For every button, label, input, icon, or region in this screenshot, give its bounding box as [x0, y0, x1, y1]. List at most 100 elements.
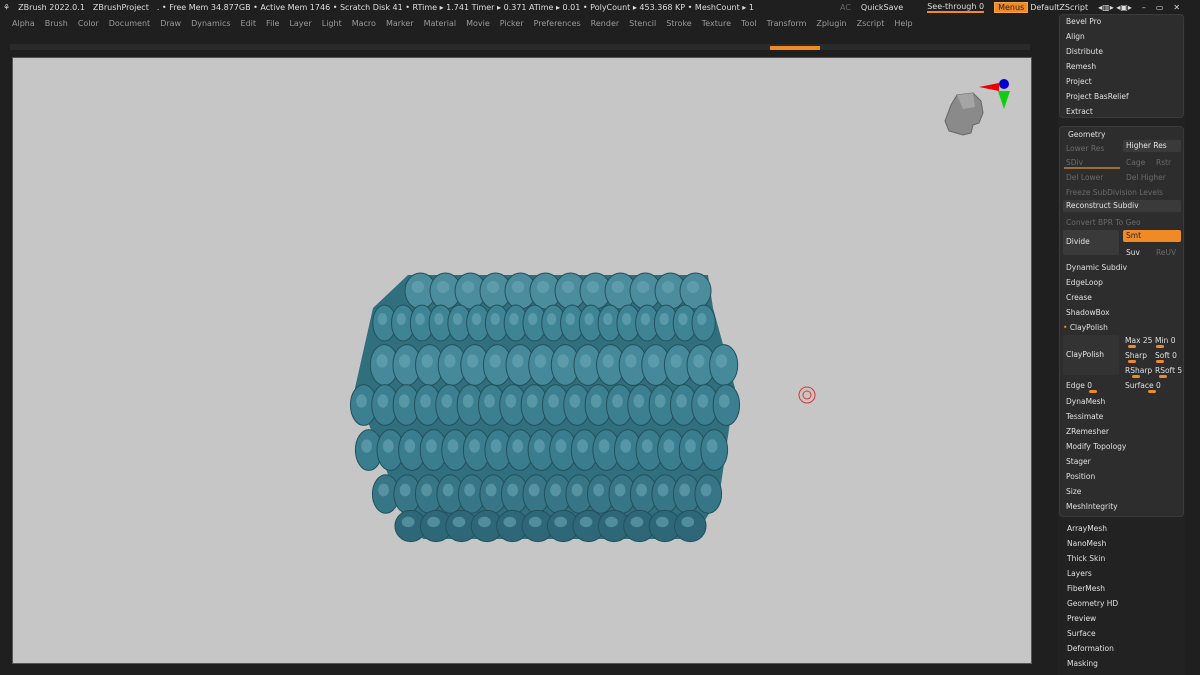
geometry-item-crease[interactable]: Crease	[1066, 293, 1092, 302]
claypolish-button[interactable]: ClayPolish	[1063, 335, 1119, 375]
menus-toggle[interactable]: Menus	[994, 1, 1029, 13]
lower-res-button[interactable]: Lower Res	[1066, 144, 1104, 153]
geometry-item-position[interactable]: Position	[1066, 472, 1095, 481]
minimize-icon[interactable]: –	[1142, 3, 1146, 12]
claypolish-header[interactable]: • ClayPolish	[1063, 323, 1108, 332]
tool-item-distribute[interactable]: Distribute	[1066, 47, 1103, 56]
see-through-slider[interactable]: See-through 0	[927, 2, 985, 13]
menu-color[interactable]: Color	[78, 19, 99, 28]
menu-preferences[interactable]: Preferences	[534, 19, 581, 28]
sharp-slider[interactable]: Sharp	[1125, 351, 1147, 360]
cage-button[interactable]: Cage	[1126, 158, 1145, 167]
geometry-item-modify-topology[interactable]: Modify Topology	[1066, 442, 1126, 451]
menu-picker[interactable]: Picker	[500, 19, 524, 28]
tool-item-remesh[interactable]: Remesh	[1066, 62, 1096, 71]
freeze-subdiv-button[interactable]: Freeze SubDivision Levels	[1066, 188, 1163, 197]
cursor-ring-icon	[798, 386, 816, 404]
subpalette-deformation[interactable]: Deformation	[1067, 644, 1114, 653]
menu-texture[interactable]: Texture	[702, 19, 731, 28]
menu-edit[interactable]: Edit	[241, 19, 257, 28]
menu-render[interactable]: Render	[591, 19, 619, 28]
geometry-item-tessimate[interactable]: Tessimate	[1066, 412, 1103, 421]
layout-icons[interactable]: ◂▥▸ ◂▣▸	[1098, 3, 1132, 12]
menu-movie[interactable]: Movie	[466, 19, 490, 28]
menu-stroke[interactable]: Stroke	[666, 19, 692, 28]
ac-button[interactable]: AC	[840, 3, 851, 12]
menu-dynamics[interactable]: Dynamics	[191, 19, 230, 28]
sdiv-slider[interactable]: SDiv	[1066, 158, 1083, 167]
rsoft-slider[interactable]: RSoft 5	[1155, 366, 1182, 375]
default-zscript[interactable]: DefaultZScript	[1030, 3, 1088, 12]
menu-document[interactable]: Document	[109, 19, 150, 28]
divide-button[interactable]: Divide	[1063, 230, 1119, 255]
suv-toggle[interactable]: Suv	[1126, 248, 1140, 257]
subpalette-layers[interactable]: Layers	[1067, 569, 1092, 578]
menu-layer[interactable]: Layer	[289, 19, 311, 28]
min-slider[interactable]: Min 0	[1155, 336, 1175, 345]
subpalette-masking[interactable]: Masking	[1067, 659, 1098, 668]
menu-zscript[interactable]: Zscript	[857, 19, 885, 28]
subpalette-geometry-hd[interactable]: Geometry HD	[1067, 599, 1118, 608]
viewport-canvas[interactable]	[12, 57, 1032, 664]
app-title: ZBrush 2022.0.1	[18, 2, 85, 12]
geometry-item-size[interactable]: Size	[1066, 487, 1081, 496]
smt-toggle[interactable]: Smt	[1123, 230, 1181, 242]
rstr-button[interactable]: Rstr	[1156, 158, 1171, 167]
convert-bpr-button[interactable]: Convert BPR To Geo	[1066, 218, 1141, 227]
del-lower-button[interactable]: Del Lower	[1066, 173, 1103, 182]
menu-draw[interactable]: Draw	[160, 19, 181, 28]
claypolish-title: ClayPolish	[1069, 323, 1108, 332]
geometry-box: Geometry Lower Res Higher Res SDiv Cage …	[1059, 126, 1184, 517]
menu-alpha[interactable]: Alpha	[12, 19, 35, 28]
shelf-indicator[interactable]	[770, 46, 820, 50]
subpalette-preview[interactable]: Preview	[1067, 614, 1096, 623]
quicksave-button[interactable]: QuickSave	[861, 3, 903, 12]
rsharp-slider[interactable]: RSharp	[1125, 366, 1152, 375]
geometry-item-shadowbox[interactable]: ShadowBox	[1066, 308, 1110, 317]
vase-model[interactable]	[349, 272, 741, 543]
subpalette-fibermesh[interactable]: FiberMesh	[1067, 584, 1105, 593]
menu-help[interactable]: Help	[894, 19, 912, 28]
soft-slider[interactable]: Soft 0	[1155, 351, 1177, 360]
reconstruct-subdiv-button[interactable]: Reconstruct Subdiv	[1063, 200, 1181, 212]
tool-item-project[interactable]: Project	[1066, 77, 1092, 86]
geometry-item-edgeloop[interactable]: EdgeLoop	[1066, 278, 1103, 287]
menu-brush[interactable]: Brush	[45, 19, 68, 28]
model-view	[349, 79, 1010, 543]
menu-marker[interactable]: Marker	[386, 19, 414, 28]
menu-tool[interactable]: Tool	[741, 19, 757, 28]
geometry-item-dynamesh[interactable]: DynaMesh	[1066, 397, 1105, 406]
subpalette-surface[interactable]: Surface	[1067, 629, 1096, 638]
navigation-head-icon[interactable]	[944, 79, 1010, 136]
del-higher-button[interactable]: Del Higher	[1126, 173, 1166, 182]
menu-zplugin[interactable]: Zplugin	[816, 19, 846, 28]
right-tool-panel: Bevel Pro Align Distribute Remesh Project Pro…	[1058, 14, 1185, 675]
menu-macro[interactable]: Macro	[352, 19, 376, 28]
edge-slider[interactable]: Edge 0	[1066, 381, 1092, 390]
tool-item-extract[interactable]: Extract	[1066, 107, 1093, 116]
menu-light[interactable]: Light	[322, 19, 342, 28]
geometry-item-zremesher[interactable]: ZRemesher	[1066, 427, 1109, 436]
tool-item-align[interactable]: Align	[1066, 32, 1085, 41]
geometry-header[interactable]: Geometry	[1068, 130, 1105, 139]
menu-stencil[interactable]: Stencil	[629, 19, 656, 28]
restore-icon[interactable]: ▭	[1156, 3, 1164, 12]
geometry-item-dynamic subdiv[interactable]: Dynamic Subdiv	[1066, 263, 1127, 272]
subpalette-thick-skin[interactable]: Thick Skin	[1067, 554, 1105, 563]
max-slider[interactable]: Max 25	[1125, 336, 1152, 345]
tool-item-bevel-pro[interactable]: Bevel Pro	[1066, 17, 1101, 26]
top-right-controls: AC QuickSave See-through 0 Menus Default…	[840, 0, 1190, 14]
status-stats: . • Free Mem 34.877GB • Active Mem 1746 …	[156, 2, 754, 12]
higher-res-button[interactable]: Higher Res	[1123, 140, 1181, 152]
tool-item-project-basrelief[interactable]: Project BasRelief	[1066, 92, 1129, 101]
menu-material[interactable]: Material	[424, 19, 457, 28]
menu-transform[interactable]: Transform	[767, 19, 807, 28]
subpalette-arraymesh[interactable]: ArrayMesh	[1067, 524, 1107, 533]
subpalette-nanomesh[interactable]: NanoMesh	[1067, 539, 1106, 548]
surface-slider[interactable]: Surface 0	[1125, 381, 1161, 390]
geometry-item-meshintegrity[interactable]: MeshIntegrity	[1066, 502, 1118, 511]
reuv-toggle[interactable]: ReUV	[1156, 248, 1176, 257]
menu-file[interactable]: File	[266, 19, 279, 28]
geometry-item-stager[interactable]: Stager	[1066, 457, 1091, 466]
close-icon[interactable]: ✕	[1173, 3, 1180, 12]
